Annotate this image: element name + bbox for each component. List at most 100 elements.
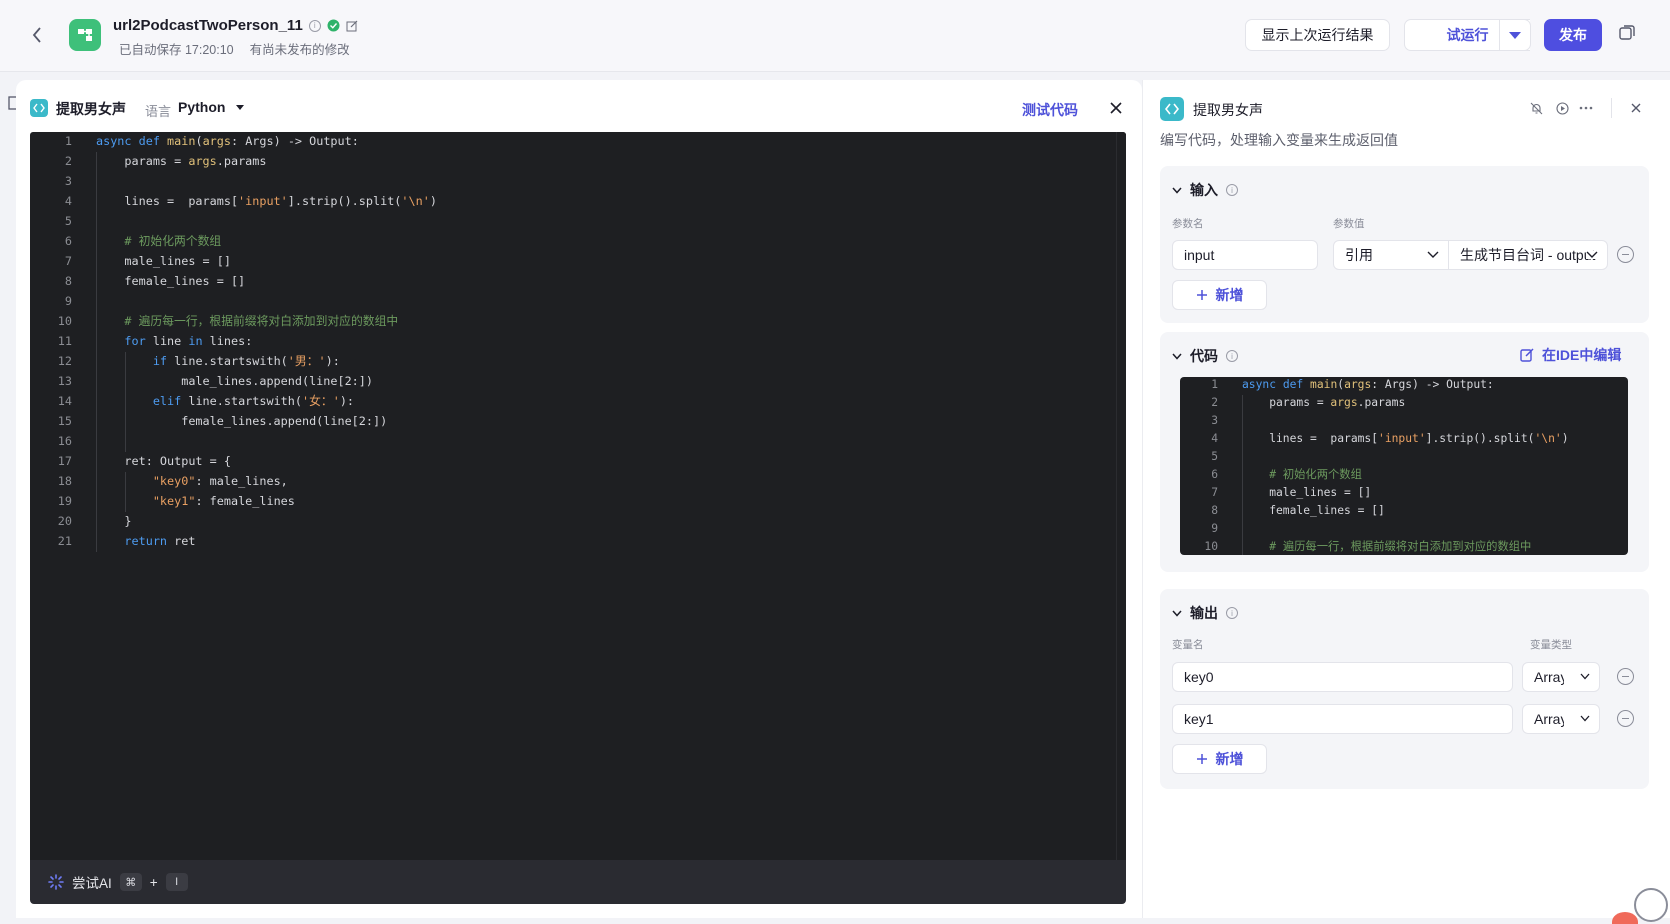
remove-output-icon[interactable] [1617,710,1634,727]
show-last-result-button[interactable]: 显示上次运行结果 [1245,19,1390,51]
code-line[interactable]: 18 "key0": male_lines, [30,471,1110,491]
line-content: async def main(args: Args) -> Output: [96,134,359,148]
info-icon[interactable]: i [308,19,321,32]
add-output-button[interactable]: 新增 [1172,744,1267,774]
edit-icon[interactable] [346,20,358,32]
line-content: # 初始化两个数组 [124,234,222,248]
plus-icon [1196,754,1207,764]
line-number: 9 [1211,522,1218,535]
line-content: male_lines.append(line[2:]) [96,374,373,388]
line-number: 7 [1211,486,1218,499]
line-number: 21 [57,534,72,548]
code-section-header[interactable]: 代码 i [1172,346,1238,366]
code-line[interactable]: 8 female_lines = [] [30,271,1110,291]
add-input-button[interactable]: 新增 [1172,280,1267,310]
code-preview[interactable]: 1 async def main(args: Args) -> Output: 2 … [1180,377,1628,555]
param-name-label: 参数名 [1172,218,1204,230]
code-line[interactable]: 4 lines = params['input'].strip().split(… [1180,430,1620,448]
output-type-select[interactable]: Array [1522,704,1600,734]
close-icon[interactable] [1106,98,1126,118]
publish-button[interactable]: 发布 [1544,19,1602,51]
output-type-value: Array [1534,669,1564,685]
assistant-button[interactable] [1634,888,1668,922]
code-line[interactable]: 10 # 遍历每一行，根据前缀将对白添加到对应的数组中 [1180,538,1620,555]
code-section-title: 代码 [1190,348,1218,364]
remove-output-icon[interactable] [1617,668,1634,685]
code-line[interactable]: 8 female_lines = [] [1180,502,1620,520]
test-code-button[interactable]: 测试代码 [1022,100,1078,120]
top-bar: url2PodcastTwoPerson_11 i 已自动保存 17:20:10… [0,0,1670,72]
code-line[interactable]: 2 params = args.params [1180,394,1620,412]
info-icon[interactable]: i [1226,350,1238,362]
code-line[interactable]: 19 "key1": female_lines [30,491,1110,511]
code-editor[interactable]: 1 async def main(args: Args) -> Output: 2 … [30,132,1126,860]
chevron-down-icon [1509,31,1521,39]
code-line[interactable]: 12 if line.startswith('男：'): [30,351,1110,371]
line-number: 15 [57,414,72,428]
info-icon[interactable]: i [1226,184,1238,196]
ref-type-value: 引用 [1345,247,1373,263]
back-arrow-icon[interactable] [26,22,48,48]
code-line[interactable]: 6 # 初始化两个数组 [30,231,1110,251]
edit-in-ide-button[interactable]: 在IDE中编辑 [1520,345,1621,365]
code-line[interactable]: 3 [30,171,1110,191]
output-name-input[interactable]: key1 [1172,704,1513,734]
play-circle-icon[interactable] [1553,99,1571,117]
save-status: 已自动保存 17:20:10 有尚未发布的修改 [119,39,350,58]
remove-param-icon[interactable] [1617,246,1634,263]
code-line[interactable]: 2 params = args.params [30,151,1110,171]
line-number: 17 [57,454,72,468]
plus-icon [1196,290,1207,300]
code-line[interactable]: 5 [30,211,1110,231]
code-line[interactable]: 5 [1180,448,1620,466]
more-icon[interactable] [1577,99,1595,117]
code-line[interactable]: 16 [30,431,1110,451]
chevron-down-icon [1580,673,1590,680]
code-line[interactable]: 4 lines = params['input'].strip().split(… [30,191,1110,211]
param-name-input[interactable]: input [1172,240,1318,270]
code-line[interactable]: 21 return ret [30,531,1110,551]
code-line[interactable]: 15 female_lines.append(line[2:]) [30,411,1110,431]
line-number: 6 [1211,468,1218,481]
input-section: 输入 i 参数名 参数值 input 引用 生成节目台词 - output 新增 [1160,166,1649,323]
shortcut-key: I [165,873,188,891]
output-section: 输出 i 变量名 变量类型 key0 Array key1 Array 新增 [1160,589,1649,789]
ref-value-select[interactable]: 生成节目台词 - output [1448,240,1608,270]
code-line[interactable]: 1 async def main(args: Args) -> Output: [1180,377,1620,394]
line-number: 2 [1211,396,1218,409]
language-select[interactable]: Python [178,99,245,115]
input-section-header[interactable]: 输入 i [1172,180,1238,200]
copy-icon[interactable] [1618,24,1640,46]
code-line[interactable]: 7 male_lines = [] [30,251,1110,271]
code-line[interactable]: 7 male_lines = [] [1180,484,1620,502]
try-ai-bar[interactable]: 尝试AI ⌘ + I [30,860,1126,904]
code-line[interactable]: 1 async def main(args: Args) -> Output: [30,132,1110,151]
code-line[interactable]: 17 ret: Output = { [30,451,1110,471]
app-title-text: url2PodcastTwoPerson_11 [113,17,303,34]
code-line[interactable]: 11 for line in lines: [30,331,1110,351]
trial-run-dropdown[interactable] [1499,19,1531,51]
code-scrollbar[interactable] [1116,132,1126,860]
edit-in-ide-label: 在IDE中编辑 [1542,347,1622,363]
code-line[interactable]: 3 [1180,412,1620,430]
output-section-title: 输出 [1190,605,1218,621]
bell-off-icon[interactable] [1527,99,1545,117]
close-icon[interactable] [1627,99,1645,117]
add-input-label: 新增 [1215,287,1244,303]
code-line[interactable]: 6 # 初始化两个数组 [1180,466,1620,484]
code-line[interactable]: 9 [1180,520,1620,538]
code-line[interactable]: 9 [30,291,1110,311]
info-icon[interactable]: i [1226,607,1238,619]
output-name-input[interactable]: key0 [1172,662,1513,692]
line-number: 13 [57,374,72,388]
code-line[interactable]: 10 # 遍历每一行，根据前缀将对白添加到对应的数组中 [30,311,1110,331]
code-line[interactable]: 13 male_lines.append(line[2:]) [30,371,1110,391]
ref-type-select[interactable]: 引用 [1333,240,1449,270]
code-line[interactable]: 20 } [30,511,1110,531]
code-line[interactable]: 14 elif line.startswith('女：'): [30,391,1110,411]
output-section-header[interactable]: 输出 i [1172,603,1238,623]
line-content: male_lines = [] [96,254,231,268]
chevron-down-icon [1586,251,1598,259]
output-type-select[interactable]: Array [1522,662,1600,692]
line-content: params = args.params [1242,396,1406,409]
